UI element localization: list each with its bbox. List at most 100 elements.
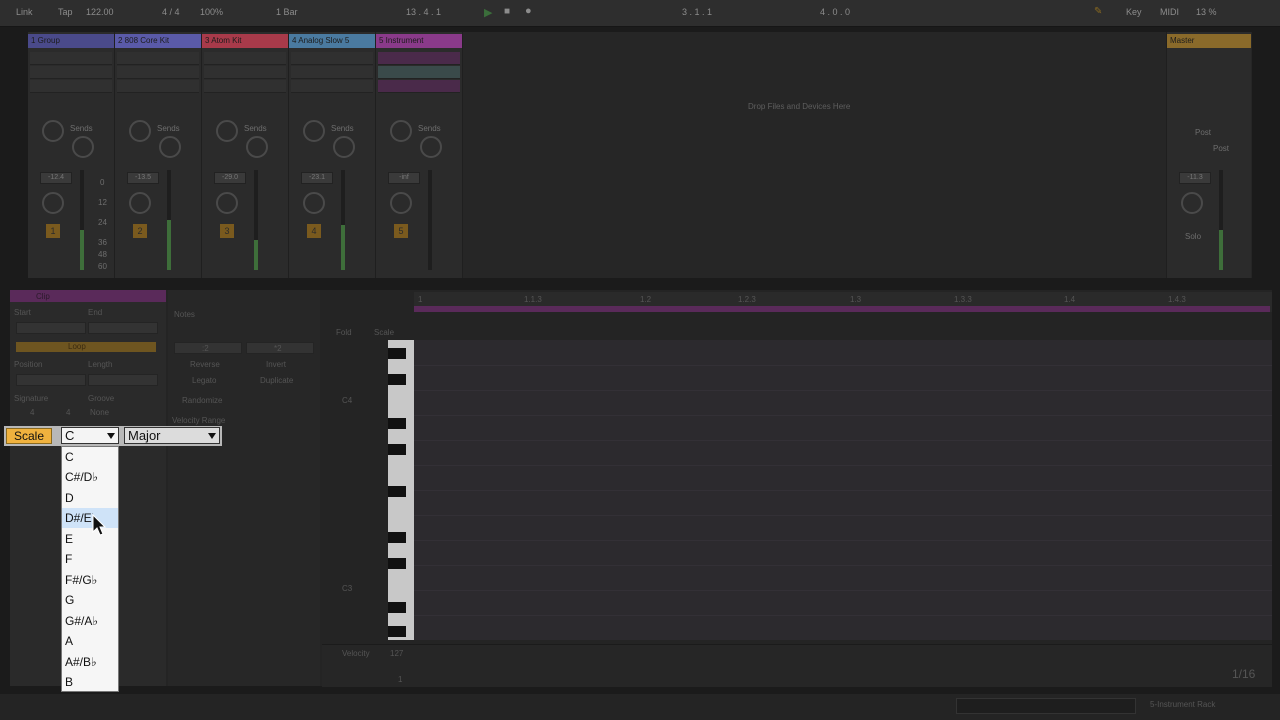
clip-slot[interactable] [378, 80, 460, 93]
master-post-label[interactable]: Post [1195, 128, 1211, 137]
pan-knob[interactable] [129, 192, 151, 214]
clip-slot[interactable] [30, 80, 112, 93]
send-a-knob[interactable] [390, 120, 412, 142]
root-note-select[interactable]: C [61, 427, 119, 444]
send-b-knob[interactable] [420, 136, 442, 158]
invert-button[interactable]: Invert [266, 360, 286, 369]
track-title[interactable]: 1 Group [28, 34, 114, 48]
clip-slot[interactable] [117, 80, 199, 93]
master-pan-knob[interactable] [1181, 192, 1203, 214]
clip-slot[interactable] [30, 66, 112, 79]
clip-slot[interactable] [378, 52, 460, 65]
velocity-lane[interactable]: Velocity 127 1 1/16 [322, 644, 1272, 687]
track-title[interactable]: 4 Analog Slow 5 [289, 34, 375, 48]
track-title[interactable]: 3 Atom Kit [202, 34, 288, 48]
send-b-knob[interactable] [333, 136, 355, 158]
loop-brace[interactable] [414, 306, 1270, 312]
clip-slot[interactable] [117, 66, 199, 79]
fold-button[interactable]: Fold [336, 328, 352, 337]
reverse-button[interactable]: Reverse [190, 360, 220, 369]
clip-slot[interactable] [117, 52, 199, 65]
key-map-button[interactable]: Key [1126, 7, 1142, 17]
clip-slot[interactable] [378, 66, 460, 79]
master-title[interactable]: Master [1167, 34, 1251, 48]
track-activator[interactable]: 4 [307, 224, 321, 238]
send-a-knob[interactable] [42, 120, 64, 142]
dropdown-option[interactable]: G#/A♭ [62, 611, 118, 631]
duplicate-button[interactable]: Duplicate [260, 376, 293, 385]
send-b-knob[interactable] [72, 136, 94, 158]
signature-numerator[interactable]: 4 [30, 408, 34, 417]
stop-icon[interactable]: ■ [504, 6, 510, 17]
scale-button[interactable]: Scale [6, 428, 52, 444]
send-a-knob[interactable] [216, 120, 238, 142]
scale-mode-select[interactable]: Major [124, 427, 220, 444]
selected-device-label[interactable]: 5-Instrument Rack [1150, 700, 1215, 709]
track-activator[interactable]: 3 [220, 224, 234, 238]
clip-slot[interactable] [204, 80, 286, 93]
signature-denominator[interactable]: 4 [66, 408, 70, 417]
dropdown-option[interactable]: C [62, 447, 118, 467]
send-b-knob[interactable] [246, 136, 268, 158]
note-editor-grid[interactable] [414, 340, 1272, 640]
track-title[interactable]: 2 808 Core Kit [115, 34, 201, 48]
quantize-menu[interactable]: 1 Bar [276, 7, 298, 17]
dropdown-option[interactable]: D [62, 488, 118, 508]
tap-button[interactable]: Tap [58, 7, 73, 17]
dropdown-option[interactable]: G [62, 590, 118, 610]
dropdown-option[interactable]: B [62, 672, 118, 692]
loop-length-field[interactable]: 4 . 0 . 0 [820, 7, 850, 17]
randomize-button[interactable]: Randomize [182, 396, 222, 405]
volume-field[interactable]: -29.0 [214, 172, 246, 184]
pan-knob[interactable] [42, 192, 64, 214]
position-field[interactable] [16, 374, 86, 386]
groove-select[interactable]: None [90, 408, 109, 417]
record-icon[interactable]: ● [525, 5, 532, 17]
clip-slot[interactable] [291, 66, 373, 79]
signature-field[interactable]: 4 / 4 [162, 7, 180, 17]
volume-field[interactable]: -12.4 [40, 172, 72, 184]
draw-mode-icon[interactable]: ✎ [1094, 6, 1102, 17]
send-a-knob[interactable] [129, 120, 151, 142]
zoom-field[interactable]: 100% [200, 7, 223, 17]
loop-start-field[interactable]: 3 . 1 . 1 [682, 7, 712, 17]
dropdown-option[interactable]: A [62, 631, 118, 651]
send-b-knob[interactable] [159, 136, 181, 158]
clip-slot[interactable] [291, 80, 373, 93]
volume-field[interactable]: -23.1 [301, 172, 333, 184]
arrangement-position[interactable]: 13 . 4 . 1 [406, 7, 441, 17]
clip-slot[interactable] [204, 66, 286, 79]
track-activator[interactable]: 1 [46, 224, 60, 238]
clip-slot[interactable] [291, 52, 373, 65]
master-volume-field[interactable]: -11.3 [1179, 172, 1211, 184]
tempo-field[interactable]: 122.00 [86, 7, 114, 17]
link-button[interactable]: Link [16, 7, 33, 17]
volume-field[interactable]: -13.5 [127, 172, 159, 184]
loop-button[interactable]: Loop [68, 342, 86, 351]
dropdown-option[interactable]: F [62, 549, 118, 569]
play-icon[interactable]: ▶ [484, 6, 492, 19]
clip-slot[interactable] [204, 52, 286, 65]
dropdown-option[interactable]: A#/B♭ [62, 652, 118, 672]
piano-roll-keyboard[interactable] [388, 340, 414, 640]
send-a-knob[interactable] [303, 120, 325, 142]
dropdown-option[interactable]: E [62, 529, 118, 549]
track-title[interactable]: 5 Instrument [376, 34, 462, 48]
pan-knob[interactable] [303, 192, 325, 214]
pan-knob[interactable] [216, 192, 238, 214]
start-field[interactable] [16, 322, 86, 334]
end-field[interactable] [88, 322, 158, 334]
length-field[interactable] [88, 374, 158, 386]
volume-field[interactable]: -inf [388, 172, 420, 184]
master-post-label[interactable]: Post [1213, 144, 1229, 153]
track-activator[interactable]: 2 [133, 224, 147, 238]
dropdown-option-highlighted[interactable]: D#/E♭ [62, 508, 118, 528]
scale-toggle-button[interactable]: Scale [374, 328, 394, 337]
dropdown-option[interactable]: C#/D♭ [62, 467, 118, 487]
dropdown-option[interactable]: F#/G♭ [62, 570, 118, 590]
solo-button[interactable]: Solo [1185, 232, 1201, 241]
midi-map-button[interactable]: MIDI [1160, 7, 1179, 17]
track-activator[interactable]: 5 [394, 224, 408, 238]
pan-knob[interactable] [390, 192, 412, 214]
clip-slot[interactable] [30, 52, 112, 65]
